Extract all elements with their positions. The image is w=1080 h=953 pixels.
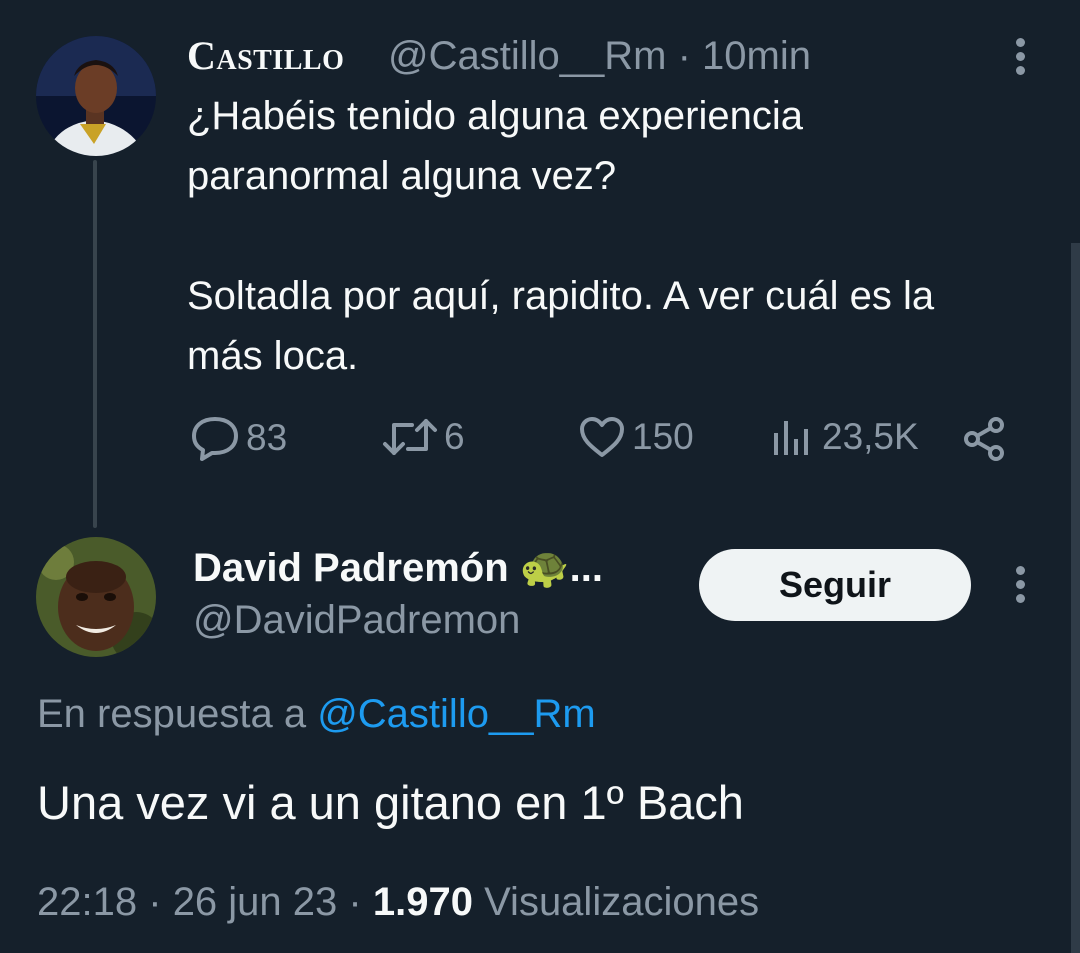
reply-icon [192,417,238,461]
turtle-icon: 🐢 [519,546,570,590]
author-name[interactable]: Castillo [187,32,344,79]
reply-author-handle[interactable]: @DavidPadremon [193,598,520,643]
reply-context: En respuesta a @Castillo__Rm [37,692,596,737]
follow-button[interactable]: Seguir [699,549,971,621]
more-icon[interactable] [1014,38,1026,80]
tweet-time[interactable]: 10min [702,34,811,78]
tweet-actions: 83 6 150 23,5K [0,415,1080,475]
views-count: 23,5K [822,416,919,457]
footer-separator: · [348,880,362,924]
avatar-castillo[interactable] [36,36,156,156]
tweet-text: ¿Habéis tenido alguna experiencia parano… [187,94,935,378]
like-icon [580,417,624,457]
reply-count: 83 [246,417,288,458]
reply-author-name[interactable]: David Padremón 🐢... [193,544,603,591]
reply-date[interactable]: 26 jun 23 [173,880,338,924]
reply-time[interactable]: 22:18 [37,880,137,924]
share-icon [964,417,1004,461]
like-count: 150 [632,416,694,457]
views-icon [774,421,808,455]
name-ellipsis: ... [569,546,603,590]
reply-author-display-name: David Padremón [193,546,509,590]
footer-separator: · [148,880,162,924]
author-meta: @Castillo__Rm · 10min [388,34,811,79]
reply-views-count: 1.970 [372,880,473,924]
share-action[interactable] [960,415,1008,463]
reply-to-prefix: En respuesta a [37,692,307,736]
more-icon[interactable] [1014,566,1026,608]
avatar-david[interactable] [36,537,156,657]
reply-views-label[interactable]: Visualizaciones [484,880,759,924]
tweet-footer: 22:18 · 26 jun 23 · 1.970 Visualizacione… [37,880,759,925]
reply-text: Una vez vi a un gitano en 1º Bach [37,776,744,829]
retweet-count: 6 [444,416,465,457]
retweet-action[interactable]: 6 [382,415,465,459]
reply-to-handle-link[interactable]: @Castillo__Rm [317,692,595,736]
scrollbar[interactable] [1071,243,1080,953]
author-handle[interactable]: @Castillo__Rm [388,34,666,78]
views-action[interactable]: 23,5K [770,415,919,459]
retweet-icon [383,419,437,455]
meta-separator: · [677,34,691,78]
reply-action[interactable]: 83 [190,415,287,461]
like-action[interactable]: 150 [578,415,694,459]
